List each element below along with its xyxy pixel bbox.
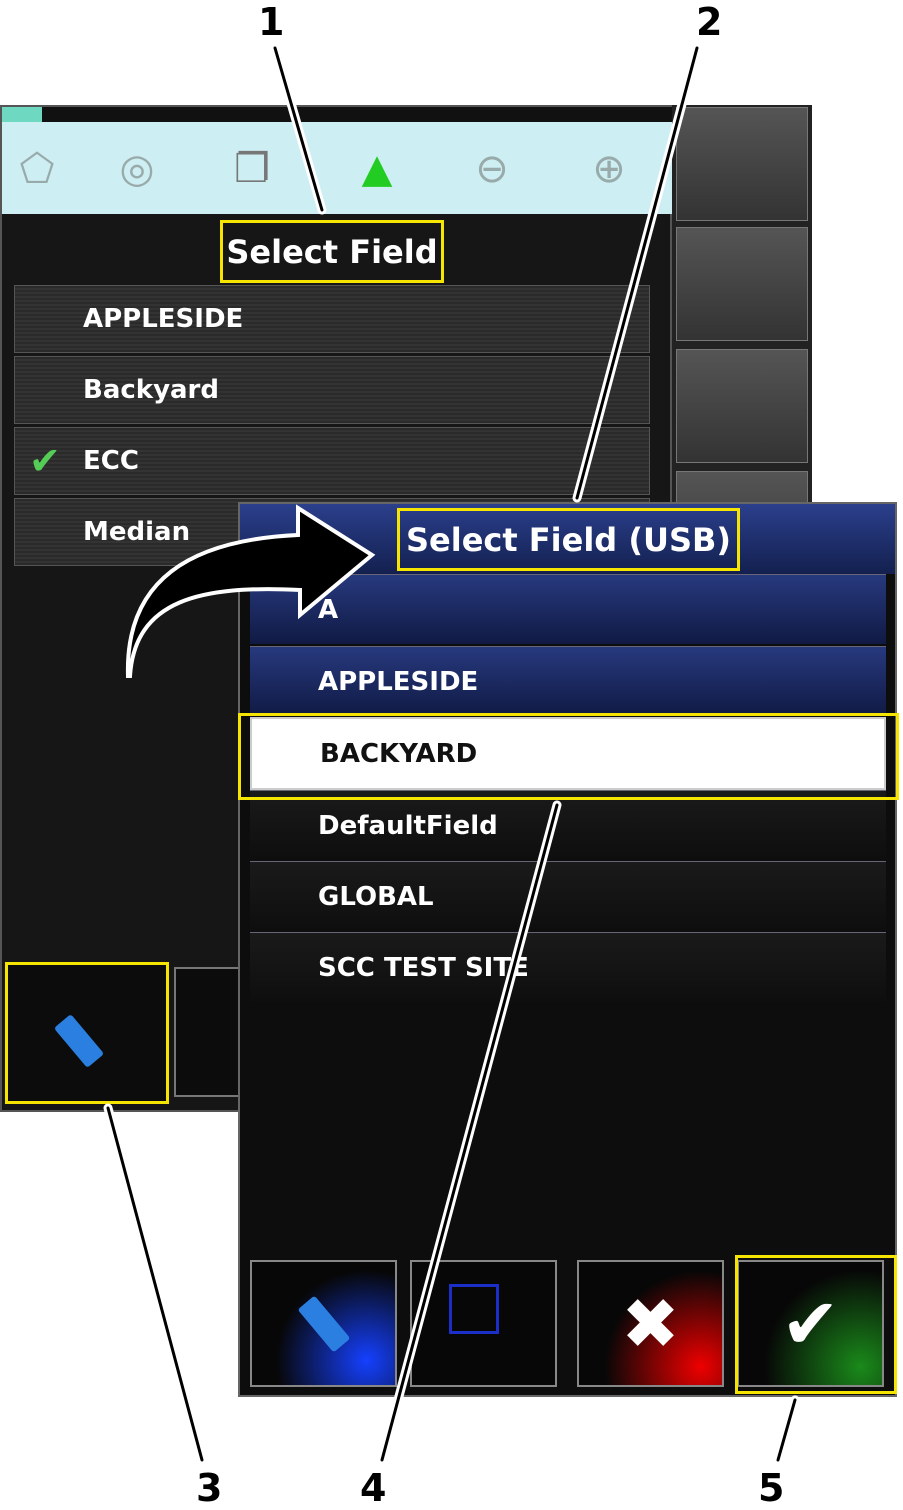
callout-line-1 (273, 46, 324, 212)
callout-3: 3 (196, 1466, 223, 1510)
callout-line-5 (776, 1398, 797, 1462)
callout-overlay (103, 43, 800, 1465)
callout-4: 4 (360, 1466, 387, 1510)
callout-line-2 (575, 46, 699, 500)
callout-5: 5 (758, 1466, 785, 1510)
callout-2: 2 (696, 0, 723, 44)
transition-arrow (125, 504, 376, 678)
callout-1: 1 (258, 0, 285, 44)
callout-line-3 (106, 1106, 204, 1462)
callout-line-4 (380, 803, 559, 1462)
